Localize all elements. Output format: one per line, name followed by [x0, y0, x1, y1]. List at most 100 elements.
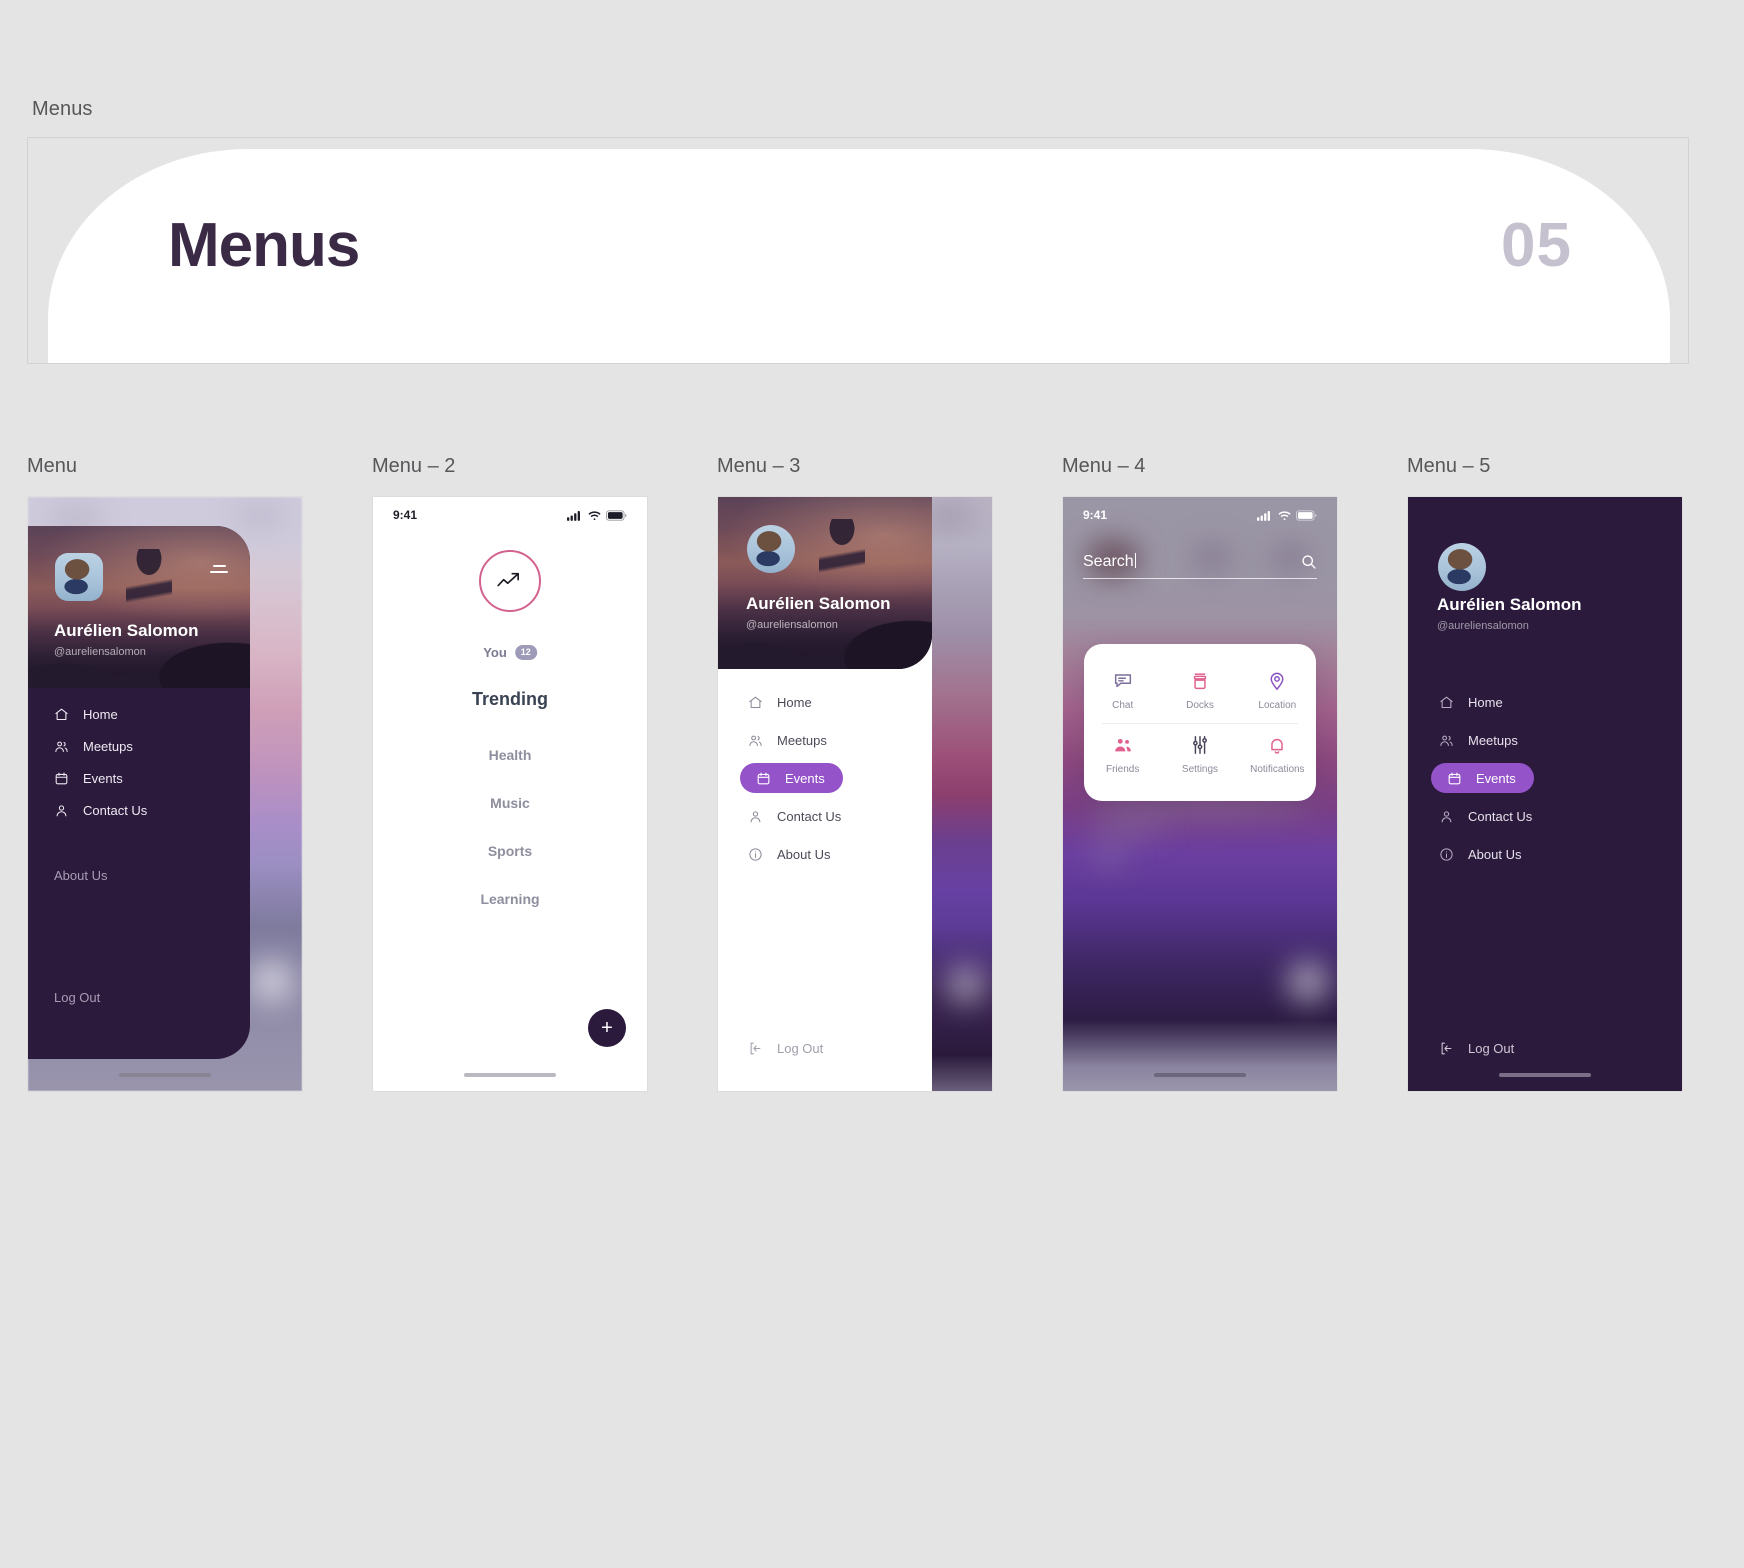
screen-label: Menu – 4 — [1062, 455, 1146, 477]
screen-menu-5: Menu – 5 Aurélien Salomon @aureliensalom… — [1407, 455, 1683, 1092]
logout-button[interactable]: Log Out — [748, 1041, 823, 1056]
sidebar-item-about-us[interactable]: About Us — [718, 835, 932, 873]
logout-button[interactable]: Log Out — [54, 990, 100, 1005]
quick-action-label: Location — [1258, 700, 1297, 711]
avatar[interactable] — [747, 525, 795, 573]
sidebar-item-events[interactable]: Events — [1431, 763, 1534, 793]
sidebar-item-about-us[interactable]: About Us — [1408, 835, 1682, 873]
sidebar-item-contact-us[interactable]: Contact Us — [718, 797, 932, 835]
you-label: You — [483, 645, 507, 660]
sidebar-item-events[interactable]: Events — [740, 763, 843, 793]
backdrop-blob — [946, 965, 986, 1005]
logout-icon — [750, 1042, 761, 1055]
chat-bubble-icon — [1114, 674, 1131, 688]
sidebar-item-label: Meetups — [1468, 732, 1518, 748]
avatar[interactable] — [1438, 543, 1486, 591]
search-input: Search — [1083, 552, 1136, 570]
home-icon — [55, 708, 68, 720]
battery-icon — [606, 509, 627, 521]
calendar-icon — [55, 772, 68, 784]
sidebar-item-label: Events — [785, 770, 825, 786]
sliders-icon — [1193, 736, 1207, 754]
sidebar-item-contact-us[interactable]: Contact Us — [28, 794, 250, 826]
home-indicator — [1499, 1073, 1591, 1077]
sidebar-item-home[interactable]: Home — [718, 683, 932, 721]
sidebar-item-label: Contact Us — [777, 808, 842, 824]
trending-item-learning[interactable]: Learning — [373, 891, 647, 907]
home-icon — [749, 696, 762, 708]
add-button[interactable]: + — [588, 1009, 626, 1047]
quick-action-label: Chat — [1112, 700, 1134, 711]
quick-action-location[interactable]: Location — [1239, 660, 1316, 723]
status-bar: 9:41 — [1063, 497, 1337, 533]
sidebar-item-about-us[interactable]: About Us — [54, 868, 107, 883]
quick-action-label: Friends — [1105, 764, 1140, 775]
home-indicator — [1154, 1073, 1246, 1077]
screen-label: Menu – 3 — [717, 455, 801, 477]
profile-header: Aurélien Salomon @aureliensalomon — [718, 497, 932, 669]
quick-action-docks[interactable]: Docks — [1161, 660, 1238, 723]
quick-action-notifications[interactable]: Notifications — [1239, 724, 1316, 787]
sidebar-item-label: Meetups — [777, 732, 827, 748]
nav-list: Home Meetups Events Contact Us — [28, 698, 250, 826]
backdrop-blob — [1087, 849, 1131, 865]
phone-frame-menu-1: Aurélien Salomon @aureliensalomon Home M… — [27, 496, 303, 1092]
text-caret — [1134, 552, 1136, 568]
search-icon[interactable] — [1301, 554, 1317, 570]
sidebar-item-label: Contact Us — [83, 802, 148, 818]
sidebar-item-meetups[interactable]: Meetups — [1408, 721, 1682, 759]
screen-menu-4: Menu – 4 9:41 Search Chat Docks Location… — [1062, 455, 1338, 1092]
search-field[interactable]: Search — [1083, 545, 1317, 579]
profile-handle: @aureliensalomon — [54, 646, 146, 658]
sidebar-item-meetups[interactable]: Meetups — [28, 730, 250, 762]
user-icon — [56, 804, 67, 816]
calendar-icon — [1448, 772, 1461, 784]
page-title: Menus — [168, 211, 360, 280]
trending-item-health[interactable]: Health — [373, 747, 647, 763]
trending-item-music[interactable]: Music — [373, 795, 647, 811]
logout-button[interactable]: Log Out — [1439, 1041, 1514, 1056]
sidebar-item-events[interactable]: Events — [28, 762, 250, 794]
screen-label: Menu — [27, 455, 78, 477]
calendar-icon — [757, 772, 770, 784]
trending-badge[interactable] — [479, 550, 541, 612]
status-bar: 9:41 — [373, 497, 647, 533]
battery-icon — [1296, 509, 1317, 521]
home-indicator — [464, 1073, 556, 1077]
sidebar-item-label: Home — [83, 706, 118, 722]
sidebar-item-home[interactable]: Home — [28, 698, 250, 730]
sidebar-item-label: Events — [1476, 770, 1516, 786]
status-bar-time: 9:41 — [393, 508, 418, 522]
canvas: Menus Menus 05 Menu Aurélien Salomon @au… — [0, 0, 1744, 1568]
quick-action-chat[interactable]: Chat — [1084, 660, 1161, 723]
you-row[interactable]: You 12 — [483, 645, 537, 660]
avatar[interactable] — [55, 553, 103, 601]
quick-action-settings[interactable]: Settings — [1161, 724, 1238, 787]
hamburger-menu-icon[interactable] — [210, 565, 228, 576]
screen-label: Menu – 5 — [1407, 455, 1491, 477]
trending-up-icon — [497, 572, 520, 587]
sidebar-item-contact-us[interactable]: Contact Us — [1408, 797, 1682, 835]
screen-menu-2: Menu – 2 9:41 You 12 Trending Health Mus… — [372, 455, 648, 1092]
wifi-icon — [1278, 510, 1291, 520]
sidebar-item-home[interactable]: Home — [1408, 683, 1682, 721]
quick-action-label: Settings — [1181, 764, 1219, 775]
friends-icon — [1114, 738, 1131, 752]
user-icon — [1441, 810, 1452, 822]
quick-actions-card: Chat Docks Location Friends Settings Not… — [1084, 644, 1316, 801]
logout-label: Log Out — [1468, 1041, 1515, 1056]
backdrop-blob — [46, 511, 106, 525]
quick-action-friends[interactable]: Friends — [1084, 724, 1161, 787]
profile-name: Aurélien Salomon — [746, 594, 891, 613]
sidebar-item-label: About Us — [1468, 846, 1522, 862]
users-icon — [55, 741, 68, 752]
sidebar-item-meetups[interactable]: Meetups — [718, 721, 932, 759]
status-bar-icons — [1257, 509, 1317, 521]
phone-frame-menu-2: 9:41 You 12 Trending Health Music Sports… — [372, 496, 648, 1092]
sidebar-item-label: Home — [1468, 694, 1503, 710]
trending-heading: Trending — [472, 689, 548, 709]
quick-action-label: Notifications — [1250, 764, 1305, 775]
info-icon — [749, 847, 762, 861]
nav-list: Home Meetups Events Contact Us About Us — [718, 683, 932, 873]
trending-item-sports[interactable]: Sports — [373, 843, 647, 859]
